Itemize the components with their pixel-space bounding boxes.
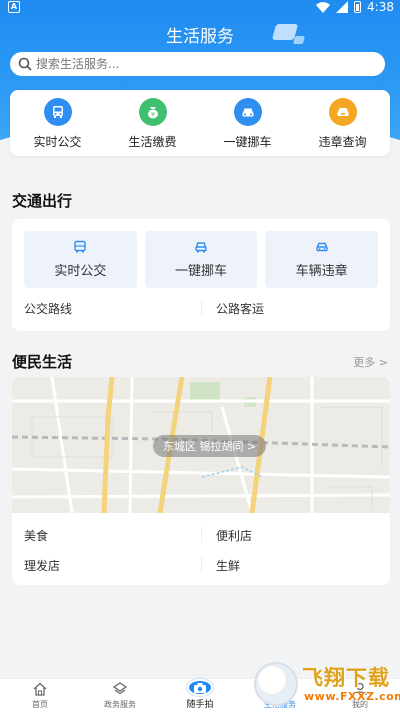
traffic-card: 实时公交 一键挪车 车辆违章 公交路线 公路客运 [12,219,390,331]
tile-realtime-bus[interactable]: 实时公交 [24,231,137,288]
search-input[interactable] [36,57,336,71]
quick-action-label: 实时公交 [33,135,82,149]
bus-icon [43,98,72,126]
quick-action-label: 违章查询 [318,135,367,149]
watermark-url: www.FXXZ.com [304,690,400,703]
link-fresh-food[interactable]: 生鲜 [201,557,390,573]
quick-action-payment[interactable]: ¥ 生活缴费 [105,90,200,156]
car-front-icon [315,242,328,252]
tile-vehicle-violation[interactable]: 车辆违章 [265,231,379,288]
tile-label: 车辆违章 [295,264,348,279]
tab-label: 首页 [32,700,48,709]
watermark-logo [254,662,298,706]
money-bag-icon: ¥ [138,98,167,126]
search-icon [18,57,32,71]
life-links-row-2: 理发店 生鲜 [12,553,390,577]
status-bar: A 4:38 [0,0,400,16]
map-view[interactable]: 东城区 锡拉胡同 > [12,377,390,513]
quick-action-move-car[interactable]: 一键挪车 [200,90,295,156]
life-links-row-1: 美食 便利店 [12,523,390,547]
car-icon [233,98,262,126]
svg-text:¥: ¥ [151,112,155,119]
more-link[interactable]: 更多 > [353,354,388,370]
bus-icon [74,240,87,253]
camera-icon [187,679,213,696]
quick-action-label: 生活缴费 [128,135,177,149]
link-convenience-store[interactable]: 便利店 [201,527,390,543]
traffic-tiles: 实时公交 一键挪车 车辆违章 [12,219,390,288]
tab-label: 随手拍 [186,700,214,710]
page-title: 生活服务 [166,27,234,47]
link-bus-routes[interactable]: 公交路线 [12,300,201,317]
watermark-brand: 飞翔下载 [302,666,390,690]
car-icon [195,242,207,253]
signal-icon [336,1,349,13]
life-card: 东城区 锡拉胡同 > 美食 便利店 理发店 生鲜 [12,377,390,585]
watermark: 飞翔下载 www.FXXZ.com [250,660,400,714]
tab-government[interactable]: 政务服务 [80,679,160,714]
quick-action-violation[interactable]: 违章查询 [295,90,390,156]
quick-action-label: 一键挪车 [223,135,272,149]
wifi-icon [316,1,331,13]
notification-badge: A [8,1,20,13]
tab-snapshot[interactable]: 随手拍 [160,679,240,714]
quick-actions: 实时公交 ¥ 生活缴费 一键挪车 违章查询 [10,90,390,156]
link-highway-coach[interactable]: 公路客运 [201,300,390,316]
tile-label: 实时公交 [54,264,107,279]
link-food[interactable]: 美食 [12,527,201,544]
life-section-title: 便民生活 [12,353,73,371]
battery-icon [354,1,362,13]
tile-move-car[interactable]: 一键挪车 [144,231,258,288]
clock: 4:38 [367,0,394,14]
tile-label: 一键挪车 [175,264,228,279]
search-bar[interactable] [10,52,385,76]
link-barber[interactable]: 理发店 [12,557,201,574]
government-icon [112,682,128,695]
car-alert-icon [328,98,357,126]
traffic-links: 公交路线 公路客运 [12,296,390,320]
tab-label: 政务服务 [104,700,136,709]
home-icon [33,682,47,696]
traffic-section-title: 交通出行 [12,192,73,210]
tab-home[interactable]: 首页 [0,679,80,714]
status-icons: 4:38 [316,0,394,14]
quick-action-bus[interactable]: 实时公交 [10,90,105,156]
location-pill[interactable]: 东城区 锡拉胡同 > [153,435,267,457]
